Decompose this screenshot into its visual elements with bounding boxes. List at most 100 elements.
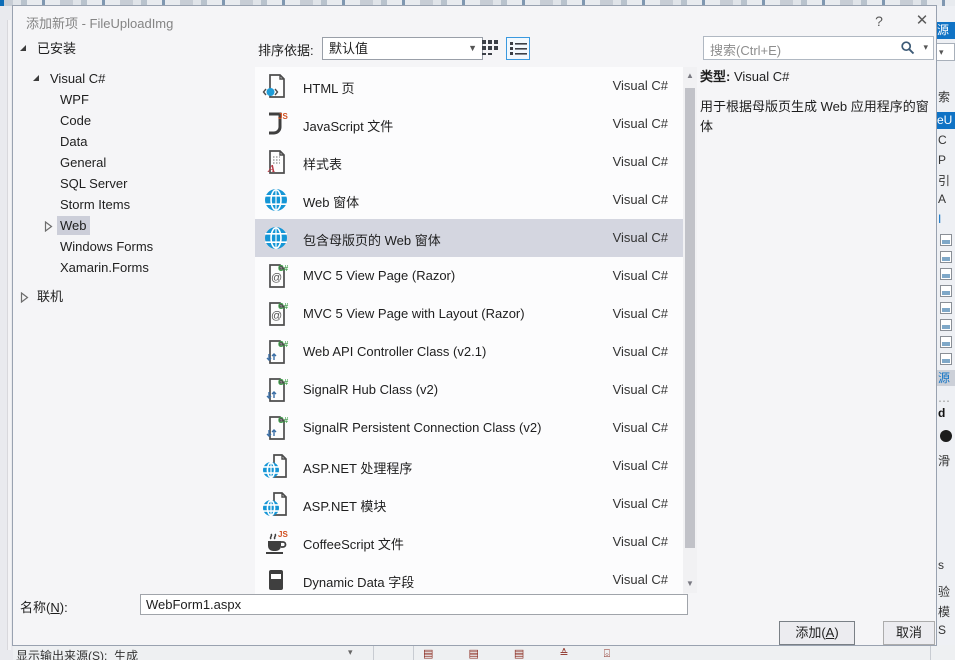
name-value: WebForm1.aspx bbox=[146, 597, 242, 612]
background-text-fragment: 引 bbox=[938, 174, 951, 188]
list-item[interactable]: Web 窗体 Visual C# bbox=[255, 181, 683, 219]
list-item[interactable]: ASP.NET 处理程序 Visual C# bbox=[255, 447, 683, 485]
template-language: Visual C# bbox=[612, 306, 668, 321]
list-item[interactable]: C# SignalR Persistent Connection Class (v… bbox=[255, 409, 683, 447]
dialog-titlebar[interactable]: 添加新项 - FileUploadImg ? ✕ bbox=[13, 6, 936, 36]
tree-item-label[interactable]: 联机 bbox=[34, 287, 66, 306]
template-name: 样式表 bbox=[303, 157, 343, 172]
web-form-master-icon bbox=[265, 227, 287, 249]
collapsed-arrow-icon[interactable] bbox=[20, 291, 29, 306]
list-scrollbar[interactable]: ▲ ▼ bbox=[683, 67, 697, 593]
tree-item-label[interactable]: Storm Items bbox=[57, 195, 133, 214]
dynamic-data-icon bbox=[269, 570, 283, 590]
list-item[interactable]: A 样式表 Visual C# bbox=[255, 143, 683, 181]
background-dots: ⋯ bbox=[938, 394, 950, 408]
tree-item-label[interactable]: Data bbox=[57, 132, 90, 151]
list-item[interactable]: ASP.NET 模块 Visual C# bbox=[255, 485, 683, 523]
aspnet-icon bbox=[262, 452, 290, 480]
list-item[interactable]: 包含母版页的 Web 窗体 Visual C# bbox=[255, 219, 683, 257]
background-text-fragment: S bbox=[938, 623, 947, 637]
background-text-fragment: ▾ bbox=[936, 43, 955, 61]
svg-text:C#: C# bbox=[278, 264, 289, 273]
template-list: HTML 页 Visual C# JS JavaScript 文件 Visual C# A… bbox=[255, 67, 683, 598]
help-button[interactable]: ? bbox=[869, 11, 889, 31]
type-value: Visual C# bbox=[733, 69, 790, 84]
template-name: Web 窗体 bbox=[303, 195, 360, 210]
dialog-title: 添加新项 - FileUploadImg bbox=[26, 16, 174, 31]
list-item[interactable]: JS CoffeeScript 文件 Visual C# bbox=[255, 523, 683, 561]
mvc-view-icon: @C# bbox=[269, 264, 289, 288]
template-info-panel: 类型: Visual C# 用于根据母版页生成 Web 应用程序的窗体 bbox=[700, 66, 936, 137]
template-name: SignalR Hub Class (v2) bbox=[303, 382, 439, 397]
template-name: ASP.NET 处理程序 bbox=[303, 461, 413, 476]
scroll-up-icon[interactable]: ▲ bbox=[683, 69, 697, 83]
search-options-caret-icon[interactable]: ▾ bbox=[923, 42, 928, 53]
list-item[interactable]: C# Web API Controller Class (v2.1) Visual … bbox=[255, 333, 683, 371]
image-file-icon bbox=[940, 319, 952, 331]
template-name: CoffeeScript 文件 bbox=[303, 537, 404, 552]
search-input[interactable]: 搜索(Ctrl+E) ▾ bbox=[703, 36, 934, 60]
background-text-fragment: s bbox=[938, 558, 944, 572]
javascript-file-icon: JS bbox=[262, 110, 290, 138]
tree-item-label[interactable]: Windows Forms bbox=[57, 237, 156, 256]
dynamic-data-icon bbox=[262, 566, 290, 594]
code-class-icon: C# bbox=[262, 376, 290, 404]
list-item[interactable]: @ C# MVC 5 View Page (Razor) Visual C# bbox=[255, 257, 683, 295]
list-item[interactable]: Dynamic Data 字段 Visual C# bbox=[255, 561, 683, 598]
template-language: Visual C# bbox=[612, 382, 668, 397]
image-file-icon bbox=[940, 268, 952, 280]
background-text-fragment: A bbox=[938, 192, 947, 206]
image-file-icon bbox=[940, 251, 952, 263]
tree-item-label[interactable]: Xamarin.Forms bbox=[57, 258, 152, 277]
list-item[interactable]: C# SignalR Hub Class (v2) Visual C# bbox=[255, 371, 683, 409]
cancel-button[interactable]: 取消 bbox=[883, 621, 935, 645]
mvc-view-icon: @C# bbox=[262, 262, 290, 290]
tree-item-label[interactable]: Visual C# bbox=[47, 69, 108, 88]
tree-item-label[interactable]: WPF bbox=[57, 90, 92, 109]
tree-item-label[interactable]: SQL Server bbox=[57, 174, 130, 193]
collapsed-arrow-icon[interactable] bbox=[44, 220, 53, 235]
svg-text:C#: C# bbox=[278, 302, 289, 311]
tree-item-label[interactable]: General bbox=[57, 153, 109, 172]
list-view-button[interactable] bbox=[506, 37, 530, 60]
screen: 源 ▾ 索 eU C P 引 A I 源 d 滑 s 验模 S ⋯ 显示输出来源(S): 生成 ▾ ▤ ▤ ▤… bbox=[0, 0, 955, 660]
list-item[interactable]: HTML 页 Visual C# bbox=[255, 67, 683, 105]
template-language: Visual C# bbox=[612, 230, 668, 245]
coffeescript-icon: JS bbox=[262, 528, 290, 556]
list-item[interactable]: JS JavaScript 文件 Visual C# bbox=[255, 105, 683, 143]
expanded-arrow-icon[interactable] bbox=[33, 75, 39, 81]
image-file-icon bbox=[940, 285, 952, 297]
expanded-arrow-icon[interactable] bbox=[20, 45, 26, 51]
name-input[interactable]: WebForm1.aspx bbox=[140, 594, 688, 615]
scroll-down-icon[interactable]: ▼ bbox=[683, 577, 697, 591]
template-language: Visual C# bbox=[612, 534, 668, 549]
background-text-fragment: eU bbox=[936, 112, 955, 129]
template-description: 用于根据母版页生成 Web 应用程序的窗体 bbox=[700, 99, 929, 134]
template-language: Visual C# bbox=[612, 344, 668, 359]
image-file-icon bbox=[940, 353, 952, 365]
search-icon[interactable] bbox=[901, 41, 915, 60]
sort-by-label: 排序依据: bbox=[258, 43, 314, 58]
tree-item-label[interactable]: 已安装 bbox=[34, 39, 79, 58]
template-name: 包含母版页的 Web 窗体 bbox=[303, 233, 441, 248]
small-icons-view-button[interactable] bbox=[479, 37, 503, 60]
add-button[interactable]: 添加(A) bbox=[779, 621, 855, 645]
type-label: 类型: bbox=[700, 69, 731, 84]
scrollbar-thumb[interactable] bbox=[685, 88, 695, 548]
svg-text:A: A bbox=[267, 163, 275, 175]
template-name: JavaScript 文件 bbox=[303, 119, 394, 134]
background-left-scroll bbox=[7, 20, 11, 650]
output-source-label: 显示输出来源(S): 生成 bbox=[16, 649, 139, 660]
tree-item-label[interactable]: Code bbox=[57, 111, 94, 130]
svg-text:@: @ bbox=[271, 272, 282, 284]
sort-by-dropdown[interactable]: 默认值 ▼ bbox=[322, 37, 483, 60]
list-item[interactable]: @ C# MVC 5 View Page with Layout (Razor) Vi… bbox=[255, 295, 683, 333]
code-class-icon: C# bbox=[266, 378, 289, 402]
background-output-bar: 显示输出来源(S): 生成 ▾ ▤ ▤ ▤ ≙ ⌺ bbox=[13, 645, 955, 660]
close-button[interactable]: ✕ bbox=[911, 10, 933, 32]
html-page-icon bbox=[262, 74, 285, 98]
tree-item-label[interactable]: Web bbox=[57, 216, 90, 235]
add-new-item-dialog: 添加新项 - FileUploadImg ? ✕ 排序依据: 默认值 ▼ 搜索(… bbox=[13, 6, 936, 645]
background-text-fragment: I bbox=[938, 212, 942, 226]
background-text-fragment: P bbox=[938, 153, 947, 167]
